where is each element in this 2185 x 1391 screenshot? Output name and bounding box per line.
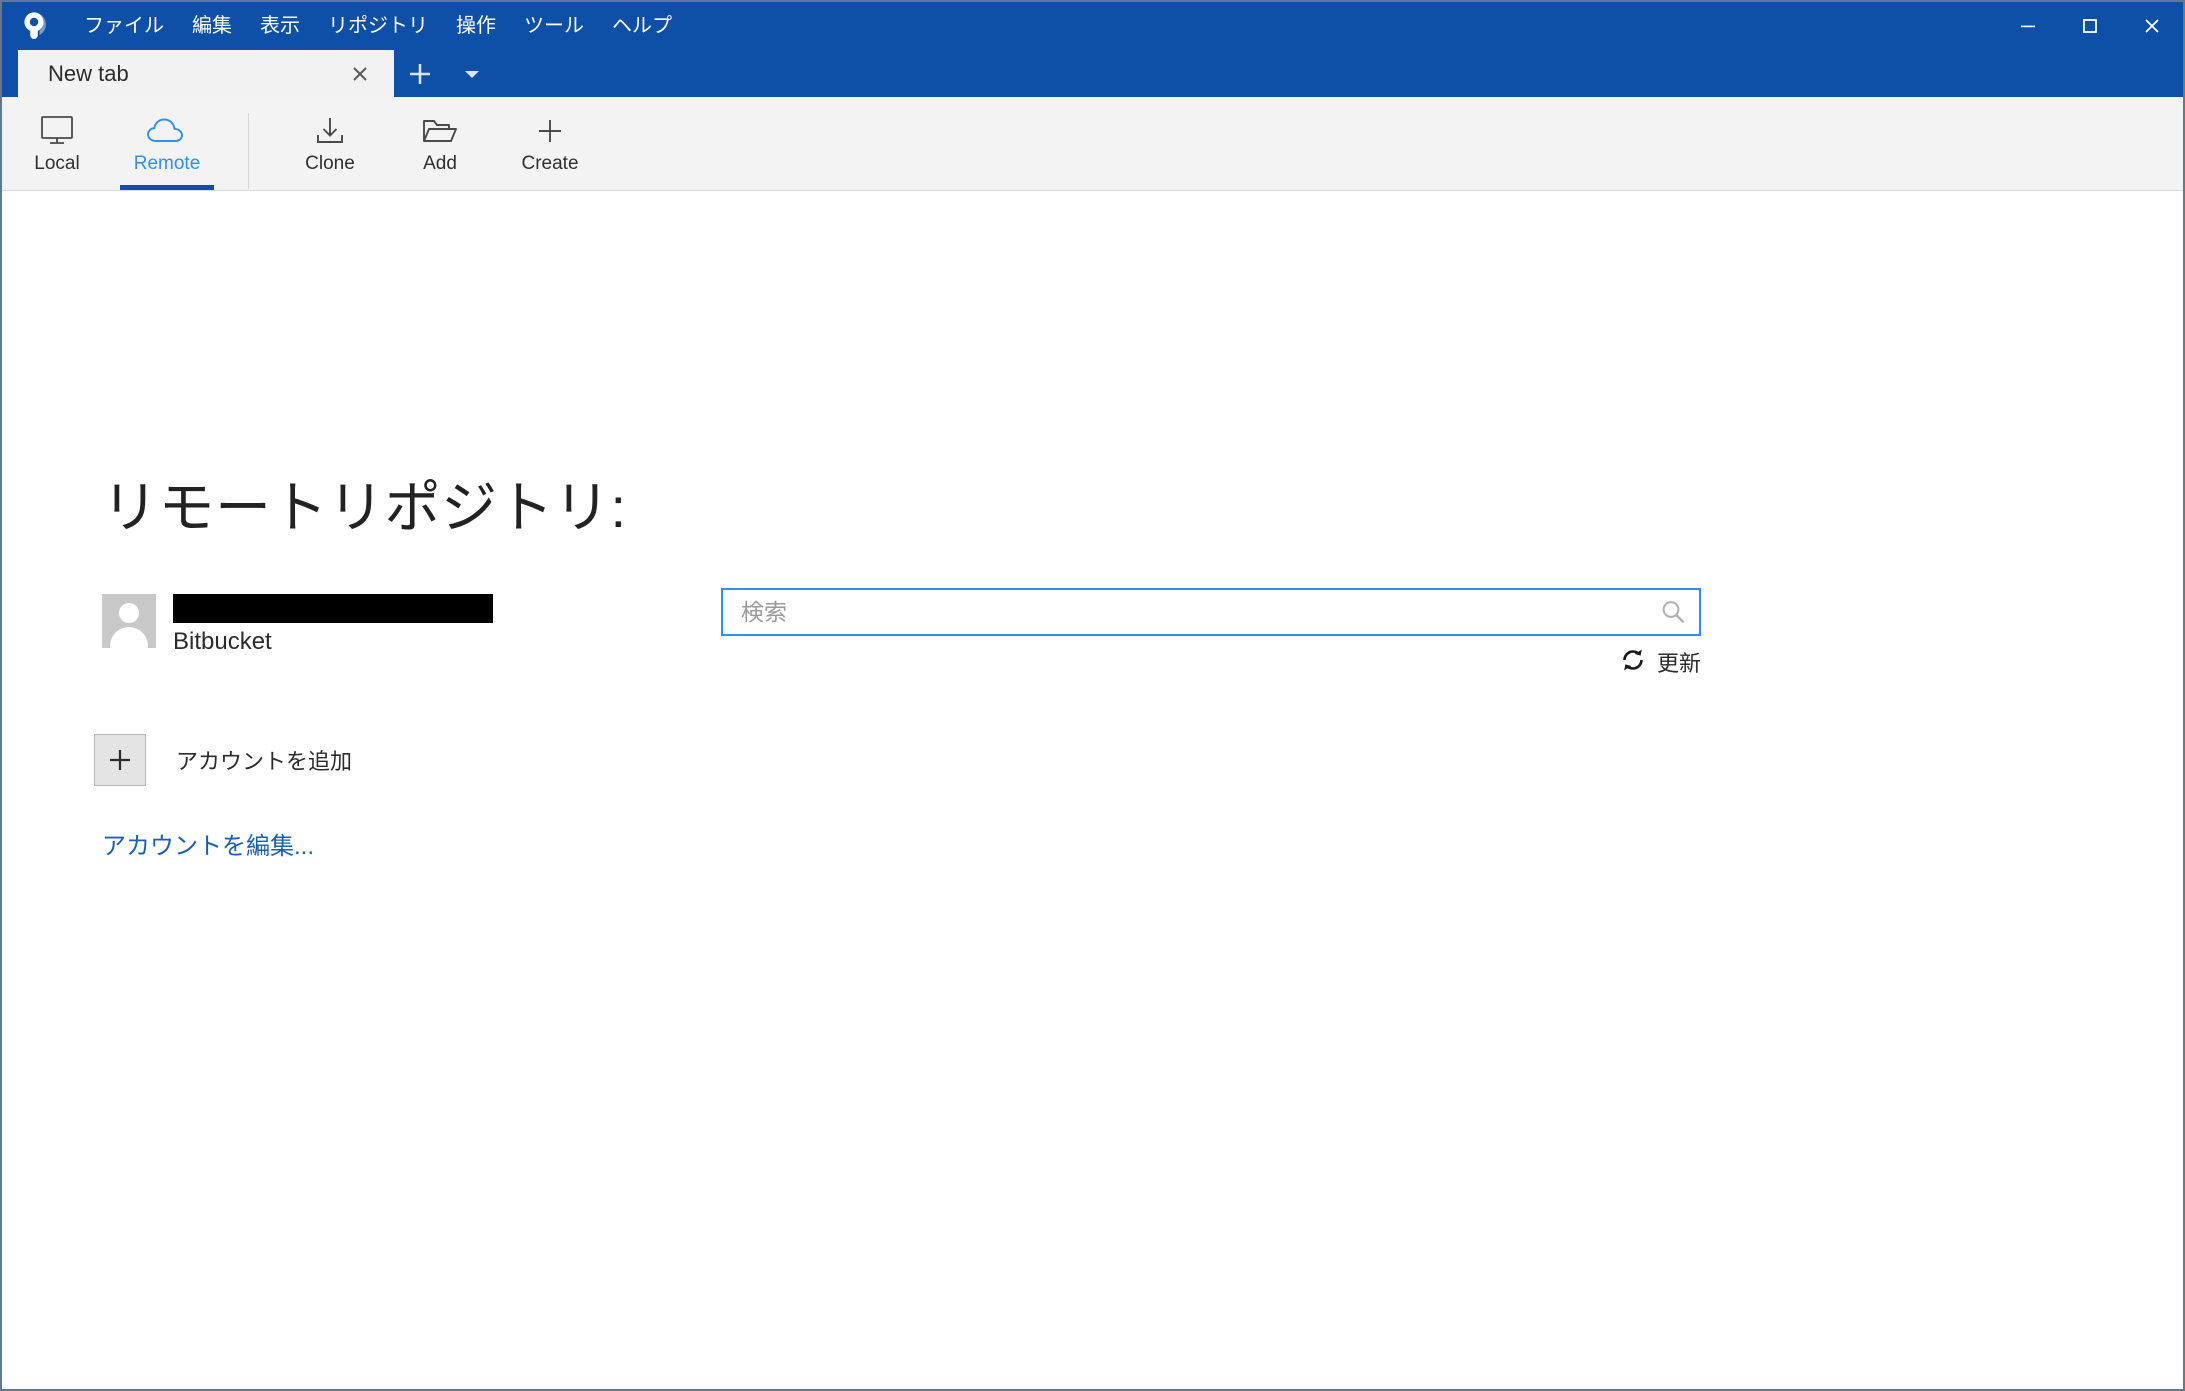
cloud-icon (145, 110, 189, 148)
toolbar-clone-button[interactable]: Clone (275, 97, 385, 190)
toolbar-group-actions: Clone Add Create (275, 97, 605, 190)
toolbar-remote-button[interactable]: Remote (112, 97, 222, 190)
toolbar-add-button[interactable]: Add (385, 97, 495, 190)
main-toolbar: Local Remote Clone Add Create (2, 97, 2183, 191)
account-text: Bitbucket (173, 594, 493, 655)
add-account-label: アカウントを追加 (176, 749, 353, 774)
tab-list-dropdown-button[interactable] (446, 50, 498, 97)
search-input[interactable] (723, 590, 1647, 634)
plus-icon (531, 110, 569, 148)
account-service-label: Bitbucket (173, 628, 272, 655)
refresh-icon (1620, 647, 1646, 678)
menu-edit[interactable]: 編集 (178, 2, 246, 50)
title-bar: ファイル 編集 表示 リポジトリ 操作 ツール ヘルプ (2, 2, 2183, 50)
download-icon (311, 110, 349, 148)
search-box[interactable] (721, 588, 1701, 636)
toolbar-local-button[interactable]: Local (2, 97, 112, 190)
close-icon (353, 66, 367, 81)
menu-repository[interactable]: リポジトリ (314, 2, 442, 50)
plus-icon (410, 63, 430, 84)
menu-bar: ファイル 編集 表示 リポジトリ 操作 ツール ヘルプ (70, 2, 686, 50)
account-list-item[interactable]: Bitbucket (102, 594, 493, 655)
tab-strip: New tab (2, 50, 2183, 97)
user-avatar-icon (102, 594, 156, 648)
refresh-label: 更新 (1656, 651, 1701, 676)
maximize-icon (2083, 19, 2097, 33)
menu-file[interactable]: ファイル (70, 2, 178, 50)
menu-actions[interactable]: 操作 (442, 2, 510, 50)
menu-view[interactable]: 表示 (246, 2, 314, 50)
page-title: リモートリポジトリ: (102, 476, 627, 539)
toolbar-add-label: Add (423, 153, 457, 174)
search-area: 更新 (721, 588, 1701, 676)
menu-help[interactable]: ヘルプ (598, 2, 686, 50)
close-icon (2145, 19, 2159, 33)
menu-tools[interactable]: ツール (510, 2, 598, 50)
toolbar-create-button[interactable]: Create (495, 97, 605, 190)
toolbar-group-scope: Local Remote (2, 97, 222, 190)
folder-open-icon (419, 110, 461, 148)
account-name-redacted (173, 594, 493, 623)
toolbar-clone-label: Clone (305, 153, 355, 174)
toolbar-remote-label: Remote (133, 153, 201, 174)
tab-close-button[interactable] (344, 58, 376, 90)
plus-icon (110, 750, 130, 770)
add-account-button[interactable] (94, 734, 146, 786)
chevron-down-icon (465, 70, 479, 78)
tab-new-tab[interactable]: New tab (18, 50, 394, 97)
toolbar-local-label: Local (34, 153, 80, 174)
window-controls (1997, 2, 2183, 50)
add-account-row[interactable]: アカウントを追加 (94, 734, 352, 786)
close-button[interactable] (2121, 2, 2183, 50)
refresh-button[interactable]: 更新 (1620, 646, 1701, 678)
search-icon[interactable] (1647, 597, 1699, 627)
monitor-icon (38, 110, 76, 148)
tab-title: New tab (48, 60, 129, 86)
maximize-button[interactable] (2059, 2, 2121, 50)
edit-accounts-link[interactable]: アカウントを編集... (102, 826, 314, 861)
toolbar-create-label: Create (521, 153, 579, 174)
new-tab-button[interactable] (394, 50, 446, 97)
toolbar-separator (248, 113, 249, 189)
app-window: ファイル 編集 表示 リポジトリ 操作 ツール ヘルプ New tab Loca… (0, 0, 2185, 1391)
sourcetree-logo-icon (12, 4, 56, 48)
minimize-icon (2021, 25, 2035, 28)
minimize-button[interactable] (1997, 2, 2059, 50)
content-area: リモートリポジトリ: Bitbucket アカウントを追加 アカウントを編集..… (2, 191, 2183, 1389)
